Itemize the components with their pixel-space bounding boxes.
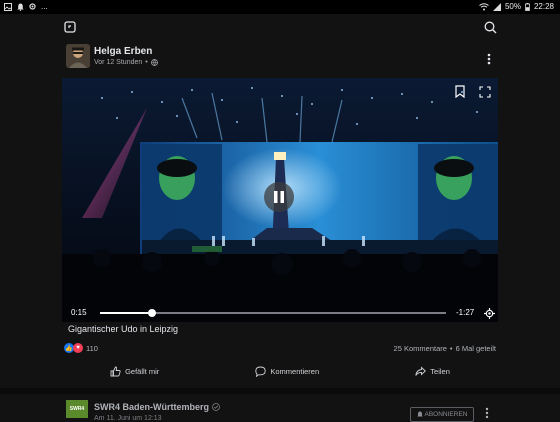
verified-badge-icon	[212, 403, 220, 411]
next-post-header: SWR4 SWR4 Baden-Württemberg Am 11. Juni …	[66, 398, 498, 422]
comment-label: Kommentieren	[270, 366, 320, 376]
page-logo[interactable]: SWR4	[66, 400, 88, 418]
progress-handle[interactable]	[147, 309, 156, 317]
signal-icon	[492, 2, 501, 11]
video-controls: 0:15 -1:27	[62, 304, 498, 322]
logo-text: SWR4	[69, 406, 85, 412]
like-label: Gefällt mir	[125, 366, 160, 376]
comment-icon	[255, 366, 267, 377]
top-bar	[0, 14, 560, 40]
more-options-icon[interactable]	[486, 52, 492, 66]
shares-count[interactable]: 6 Mal geteilt	[456, 344, 496, 353]
battery-icon	[525, 2, 530, 11]
like-button[interactable]: Gefällt mir	[110, 366, 159, 377]
fullscreen-icon[interactable]	[478, 85, 492, 99]
globe-icon	[150, 59, 158, 66]
more-notifications: ...	[41, 2, 48, 11]
post-header: Helga Erben Vor 12 Stunden •	[66, 44, 496, 74]
thumbs-up-icon	[110, 366, 121, 377]
remaining-time: -1:27	[456, 308, 475, 317]
page-name-row: SWR4 Baden-Württemberg	[94, 402, 220, 412]
reactions-count: 110	[86, 343, 98, 353]
stats-separator: •	[449, 344, 453, 353]
share-icon	[415, 365, 427, 377]
comments-count[interactable]: 25 Kommentare	[394, 344, 447, 353]
search-icon[interactable]	[482, 19, 498, 35]
comment-button[interactable]: Kommentieren	[255, 366, 319, 377]
clock-time: 22:28	[533, 2, 554, 11]
meta-separator: •	[145, 59, 148, 66]
avatar[interactable]	[66, 44, 90, 68]
gear-icon[interactable]	[483, 307, 495, 319]
progress-bar[interactable]	[100, 309, 446, 317]
next-post-date[interactable]: Am 11. Juni um 12:13	[94, 415, 162, 422]
share-label: Teilen	[430, 366, 450, 376]
post-actions: Gefällt mir Kommentieren Teilen	[62, 360, 498, 382]
wifi-icon	[479, 2, 489, 11]
author-name[interactable]: Helga Erben	[94, 46, 152, 57]
status-bar: ... 50% 22:28	[0, 0, 560, 14]
feed-divider	[0, 388, 560, 394]
pause-icon[interactable]	[264, 182, 294, 212]
compose-icon[interactable]	[63, 20, 77, 34]
settings-icon	[29, 3, 36, 10]
video-player[interactable]: 0:15 -1:27	[62, 78, 498, 322]
subscribe-label: ABONNIEREN	[424, 411, 468, 418]
reactions-summary[interactable]: 👍 ♥ 110	[64, 343, 98, 353]
post-timestamp[interactable]: Vor 12 Stunden	[94, 59, 142, 66]
bookmark-icon[interactable]	[454, 84, 466, 98]
image-icon	[4, 2, 12, 11]
current-time: 0:15	[71, 308, 87, 317]
battery-percent: 50%	[504, 2, 521, 11]
share-button[interactable]: Teilen	[415, 365, 450, 377]
post-stats: 25 Kommentare • 6 Mal geteilt	[394, 344, 496, 353]
bell-icon	[416, 411, 423, 418]
post-meta: Vor 12 Stunden •	[94, 59, 158, 66]
bell-icon	[17, 3, 24, 11]
more-options-icon[interactable]	[484, 407, 490, 419]
page-name[interactable]: SWR4 Baden-Württemberg	[94, 402, 209, 412]
post-caption: Gigantischer Udo in Leipzig	[68, 324, 179, 334]
progress-fill	[100, 312, 152, 314]
love-reaction-icon: ♥	[73, 343, 83, 353]
